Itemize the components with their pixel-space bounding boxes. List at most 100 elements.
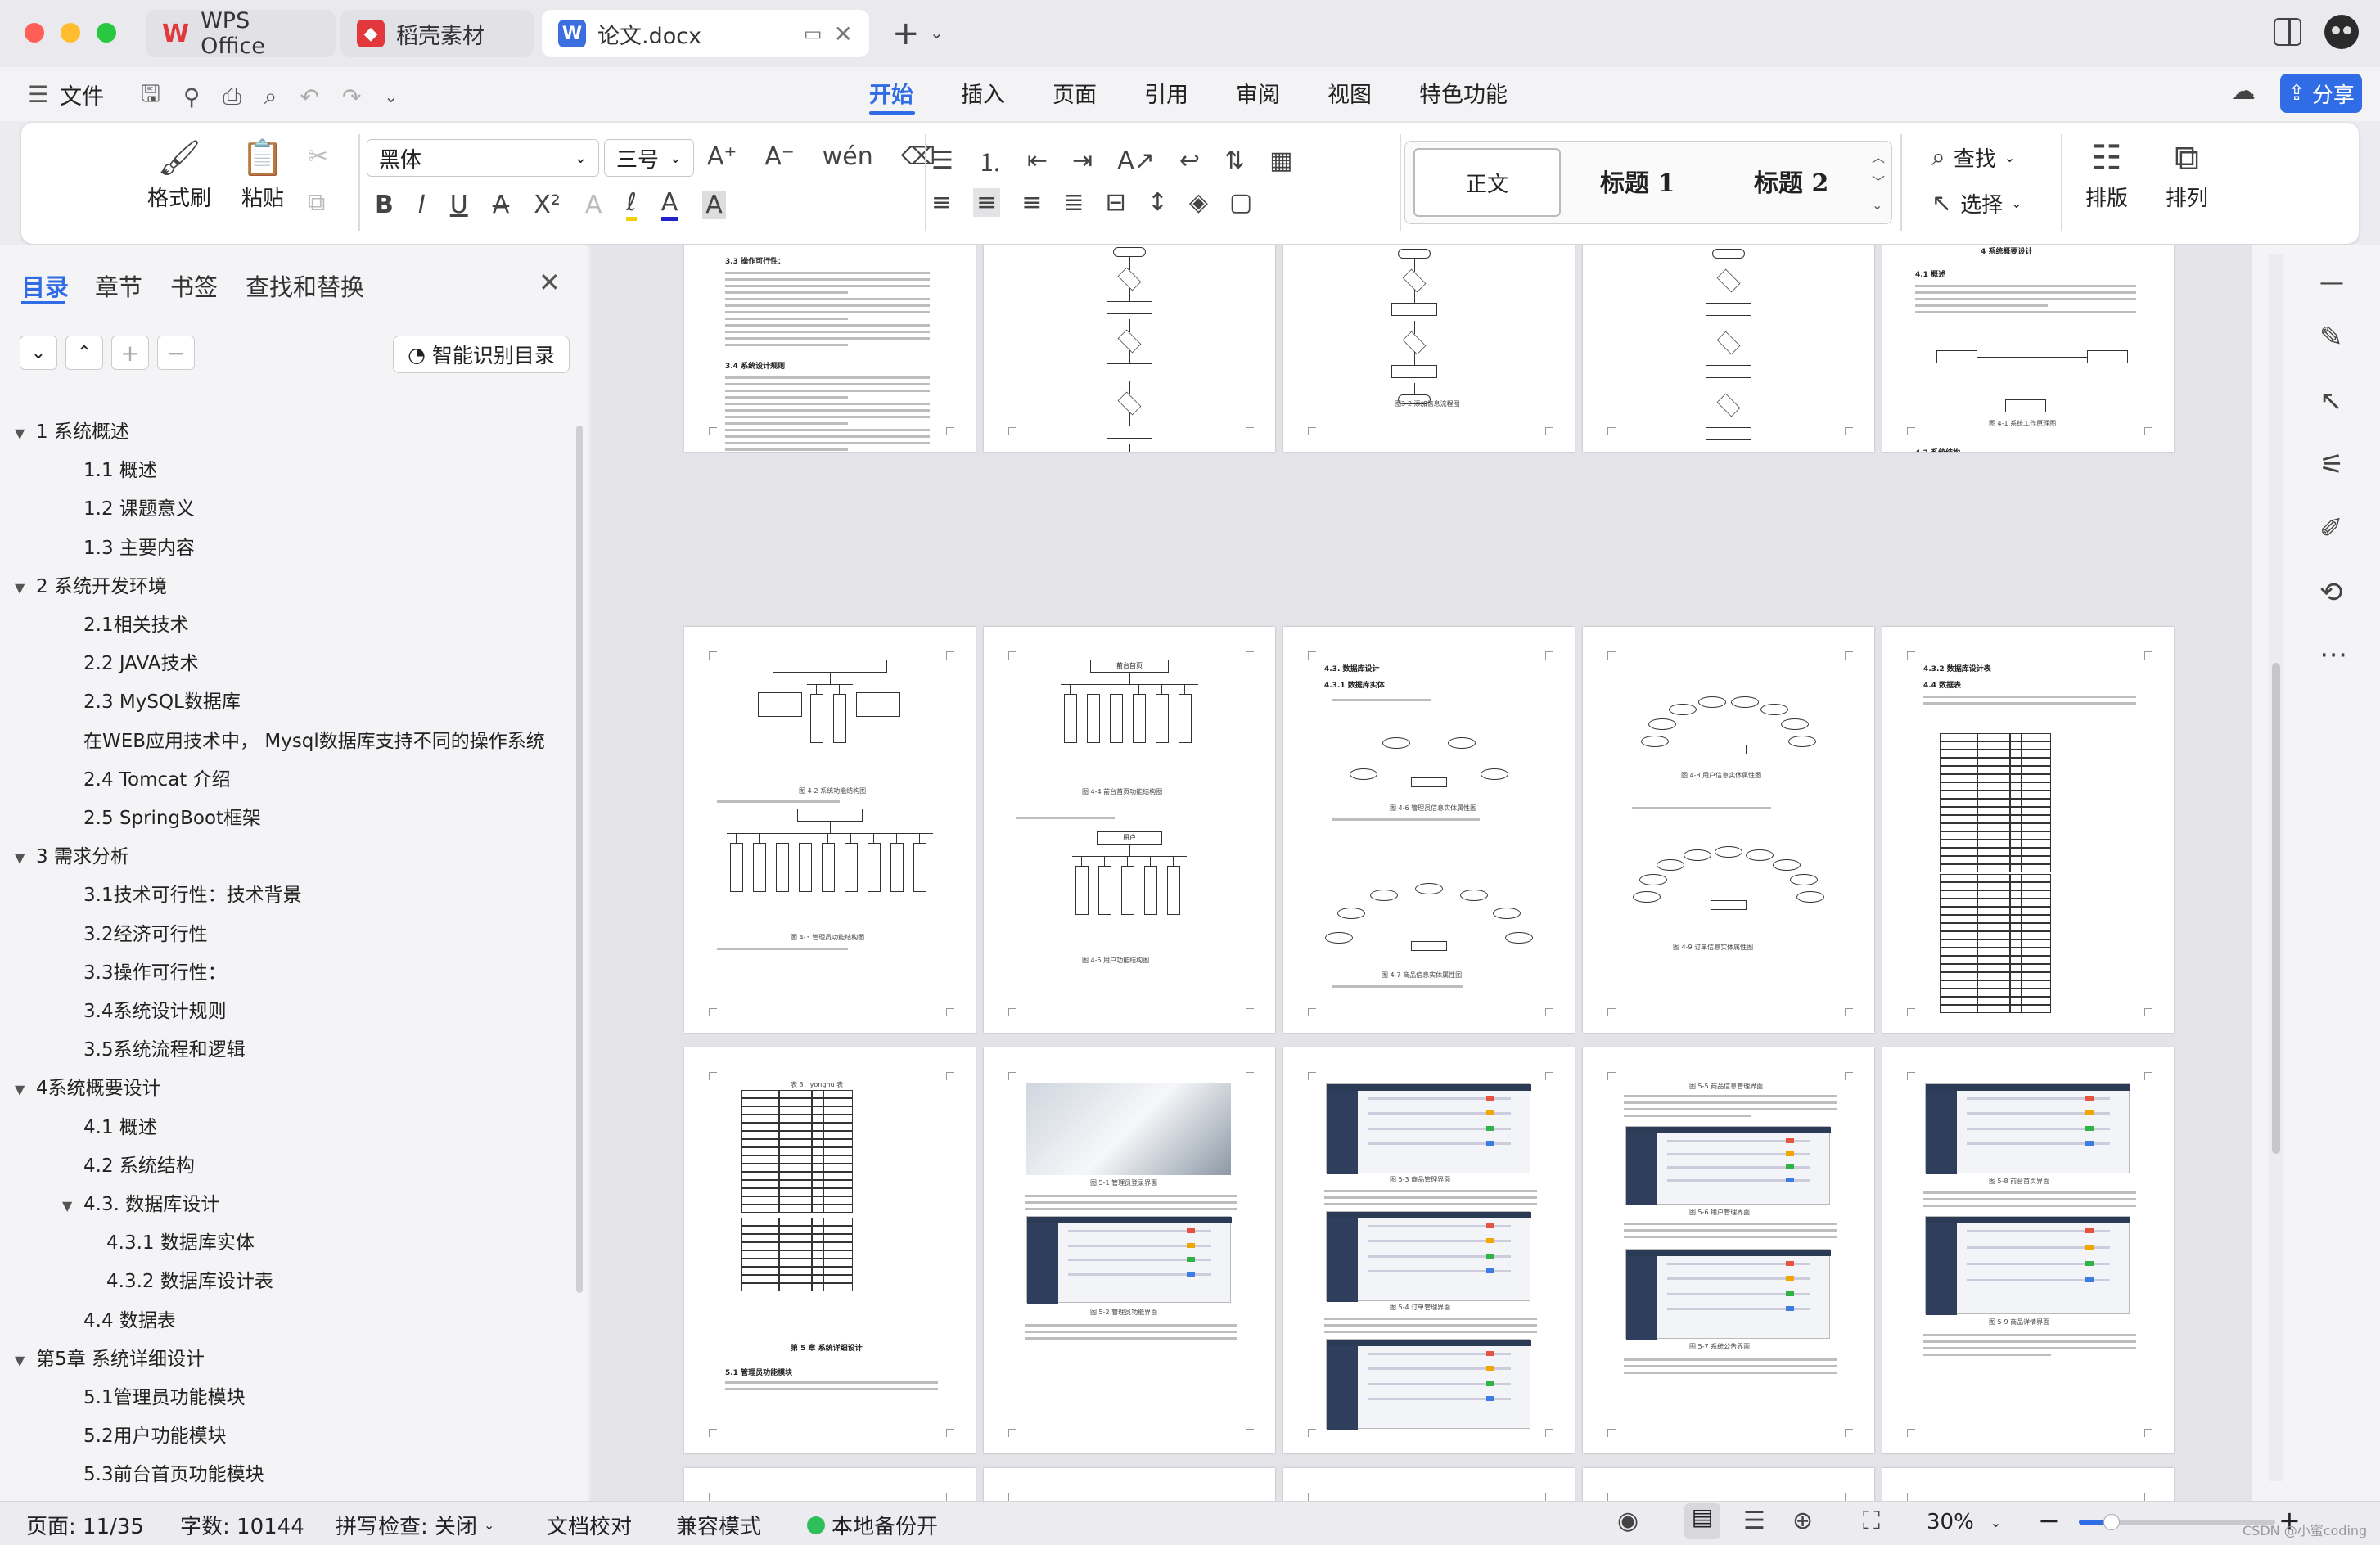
- menu-tab-review[interactable]: 审阅: [1236, 77, 1280, 109]
- document-page[interactable]: 4 系统概要设计 4.1 概述图 4-1 系统工作原理图 4.2 系统结构: [1882, 245, 2174, 452]
- toc-item[interactable]: 1.2 课题意义: [83, 493, 545, 520]
- expand-triangle-icon[interactable]: ▼: [62, 1198, 79, 1214]
- undo-icon[interactable]: ↶: [300, 83, 318, 110]
- style-normal[interactable]: 正文: [1413, 148, 1561, 217]
- bullet-list-icon[interactable]: ☰: [931, 146, 953, 175]
- toc-item[interactable]: 4.4 数据表: [83, 1304, 545, 1332]
- style-scroll-down-icon[interactable]: ﹀: [1872, 171, 1885, 191]
- toc-item[interactable]: ▼ 3 需求分析: [15, 840, 524, 868]
- avatar[interactable]: [2324, 15, 2359, 49]
- toc-item[interactable]: 5.2用户功能模块: [83, 1420, 545, 1448]
- toc-item[interactable]: 4.2 系统结构: [83, 1150, 545, 1178]
- document-page[interactable]: 图 4-2 系统功能结构图图 4-3 管理员功能结构图: [684, 627, 976, 1033]
- document-page[interactable]: 图 5-1 管理员登录界面图 5-2 管理员功能界面: [984, 1047, 1275, 1453]
- copy-icon[interactable]: ⧉: [308, 188, 325, 217]
- layout-button[interactable]: ☷ 排版: [2072, 134, 2141, 212]
- text-effect-icon[interactable]: A: [585, 191, 602, 219]
- eye-protect-icon[interactable]: ◉: [1617, 1507, 1639, 1535]
- new-tab-plus-icon[interactable]: +: [892, 15, 920, 52]
- adjust-icon[interactable]: ⚟: [2319, 448, 2344, 481]
- document-page[interactable]: 图 4-8 用户信息实体属性图图 4-9 订单信息实体属性图: [1583, 627, 1874, 1033]
- quick-access-chevron-icon[interactable]: ⌄: [384, 87, 398, 106]
- numbered-list-icon[interactable]: ⒈: [978, 142, 1003, 178]
- fit-page-icon[interactable]: ⛶: [1863, 1507, 1880, 1535]
- style-heading-1[interactable]: 标题 1: [1600, 163, 1675, 199]
- expand-triangle-icon[interactable]: ▼: [15, 426, 31, 441]
- text-direction-icon[interactable]: A↗: [1117, 146, 1155, 175]
- font-color-icon[interactable]: A: [660, 188, 678, 221]
- expand-triangle-icon[interactable]: ▼: [15, 580, 31, 596]
- tab-document[interactable]: W 论文.docx ▭ ✕: [542, 10, 869, 57]
- menu-tab-home[interactable]: 开始: [869, 77, 913, 109]
- add-heading-icon[interactable]: +: [111, 336, 149, 370]
- toc-item[interactable]: 3.1技术可行性：技术背景: [83, 879, 545, 907]
- document-page[interactable]: [984, 1468, 1275, 1501]
- zoom-out-icon[interactable]: −: [2038, 1505, 2060, 1536]
- superscript-icon[interactable]: X²: [534, 191, 561, 219]
- nav-tab-find-replace[interactable]: 查找和替换: [246, 268, 364, 303]
- tab-list-chevron-icon[interactable]: ⌄: [930, 23, 944, 43]
- menu-tab-reference[interactable]: 引用: [1144, 77, 1188, 109]
- distributed-icon[interactable]: ⊟: [1106, 188, 1126, 217]
- save-icon[interactable]: 🖫: [141, 77, 160, 116]
- drawing-icon[interactable]: ✐: [2319, 512, 2343, 545]
- toc-item[interactable]: ▼ 第5章 系统详细设计: [15, 1343, 524, 1371]
- remove-heading-icon[interactable]: −: [157, 336, 195, 370]
- expand-up-icon[interactable]: ⌃: [65, 336, 103, 370]
- font-grow-icon[interactable]: A⁺: [707, 142, 737, 171]
- word-count[interactable]: 字数: 10144: [180, 1510, 304, 1540]
- close-tab-icon[interactable]: ✕: [834, 20, 853, 47]
- toc-item[interactable]: 3.5系统流程和逻辑: [83, 1034, 545, 1061]
- toc-item[interactable]: 2.4 Tomcat 介绍: [83, 763, 545, 791]
- toc-item[interactable]: 1.1 概述: [83, 454, 545, 482]
- document-page[interactable]: [684, 1468, 976, 1501]
- style-scroll-up-icon[interactable]: ︿: [1872, 146, 1885, 166]
- toc-item[interactable]: 2.3 MySQL数据库: [83, 686, 545, 714]
- more-icon[interactable]: ⋯: [2319, 638, 2347, 671]
- document-page[interactable]: 图 5-3 商品管理界面图 5-4 订单管理界面: [1283, 1047, 1575, 1453]
- select-button[interactable]: ↖ 选择 ⌄: [1931, 188, 2022, 218]
- toc-item[interactable]: ▼ 4.3. 数据库设计: [62, 1188, 524, 1216]
- minimize-window-button[interactable]: [61, 23, 80, 43]
- document-page[interactable]: 图 5-8 前台首页界面图 5-9 商品详情界面: [1882, 1047, 2174, 1453]
- toc-item[interactable]: 4.3.1 数据库实体: [106, 1227, 545, 1254]
- sidebar-toggle-icon[interactable]: [2274, 18, 2301, 46]
- toc-item[interactable]: 4.3.2 数据库设计表: [106, 1265, 545, 1293]
- close-pane-icon[interactable]: ✕: [539, 267, 561, 298]
- justify-icon[interactable]: ≣: [1063, 188, 1084, 217]
- document-page[interactable]: 图3-1登录流程图: [984, 245, 1275, 452]
- toc-scrollbar[interactable]: [576, 426, 583, 1293]
- toc-item[interactable]: 1.3 主要内容: [83, 532, 545, 560]
- smart-toc-button[interactable]: ◔ 智能识别目录: [393, 336, 570, 373]
- italic-icon[interactable]: I: [418, 191, 426, 219]
- borders-icon[interactable]: ▢: [1229, 188, 1252, 217]
- line-spacing-icon[interactable]: ↕: [1147, 188, 1168, 217]
- document-page[interactable]: [1882, 1468, 2174, 1501]
- bold-icon[interactable]: B: [375, 191, 394, 219]
- document-page[interactable]: 3.3 操作可行性：3.4 系统设计规则3.5 系统流程和逻辑: [684, 245, 976, 452]
- zoom-window-button[interactable]: [97, 23, 116, 43]
- toc-item[interactable]: 5.3前台首页功能模块: [83, 1458, 545, 1486]
- redo-icon[interactable]: ↷: [342, 83, 361, 110]
- toc-item[interactable]: 3.4系统设计规则: [83, 995, 545, 1023]
- zoom-select[interactable]: 30% ⌄: [1927, 1510, 2001, 1534]
- document-page[interactable]: 4.3.2 数据库设计表 4.4 数据表: [1882, 627, 2174, 1033]
- print-icon[interactable]: ⎙: [223, 83, 241, 110]
- document-page[interactable]: 图 5-5 商品信息管理界面图 5-6 用户管理界面图 5-7 系统公告界面: [1583, 1047, 1874, 1453]
- web-view-icon[interactable]: ⊕: [1792, 1507, 1813, 1535]
- style-expand-icon[interactable]: ⌄: [1872, 197, 1882, 213]
- outline-view-icon[interactable]: ☰: [1743, 1507, 1765, 1535]
- collapse-all-icon[interactable]: ⌄: [20, 336, 57, 370]
- document-page[interactable]: [1283, 1468, 1575, 1501]
- align-left-icon[interactable]: ≡: [931, 188, 952, 217]
- strikethrough-icon[interactable]: A: [493, 191, 510, 219]
- sort-icon[interactable]: ⇅: [1224, 146, 1245, 175]
- format-painter-button[interactable]: 🖌 格式刷: [142, 134, 216, 212]
- history-icon[interactable]: ⟲: [2319, 576, 2343, 609]
- tab-wps-office[interactable]: W WPS Office: [146, 8, 336, 59]
- menu-tab-page[interactable]: 页面: [1053, 77, 1097, 109]
- menu-tab-view[interactable]: 视图: [1327, 77, 1372, 109]
- expand-triangle-icon[interactable]: ▼: [15, 1082, 31, 1097]
- close-window-button[interactable]: [25, 23, 44, 43]
- underline-icon[interactable]: U: [450, 191, 468, 219]
